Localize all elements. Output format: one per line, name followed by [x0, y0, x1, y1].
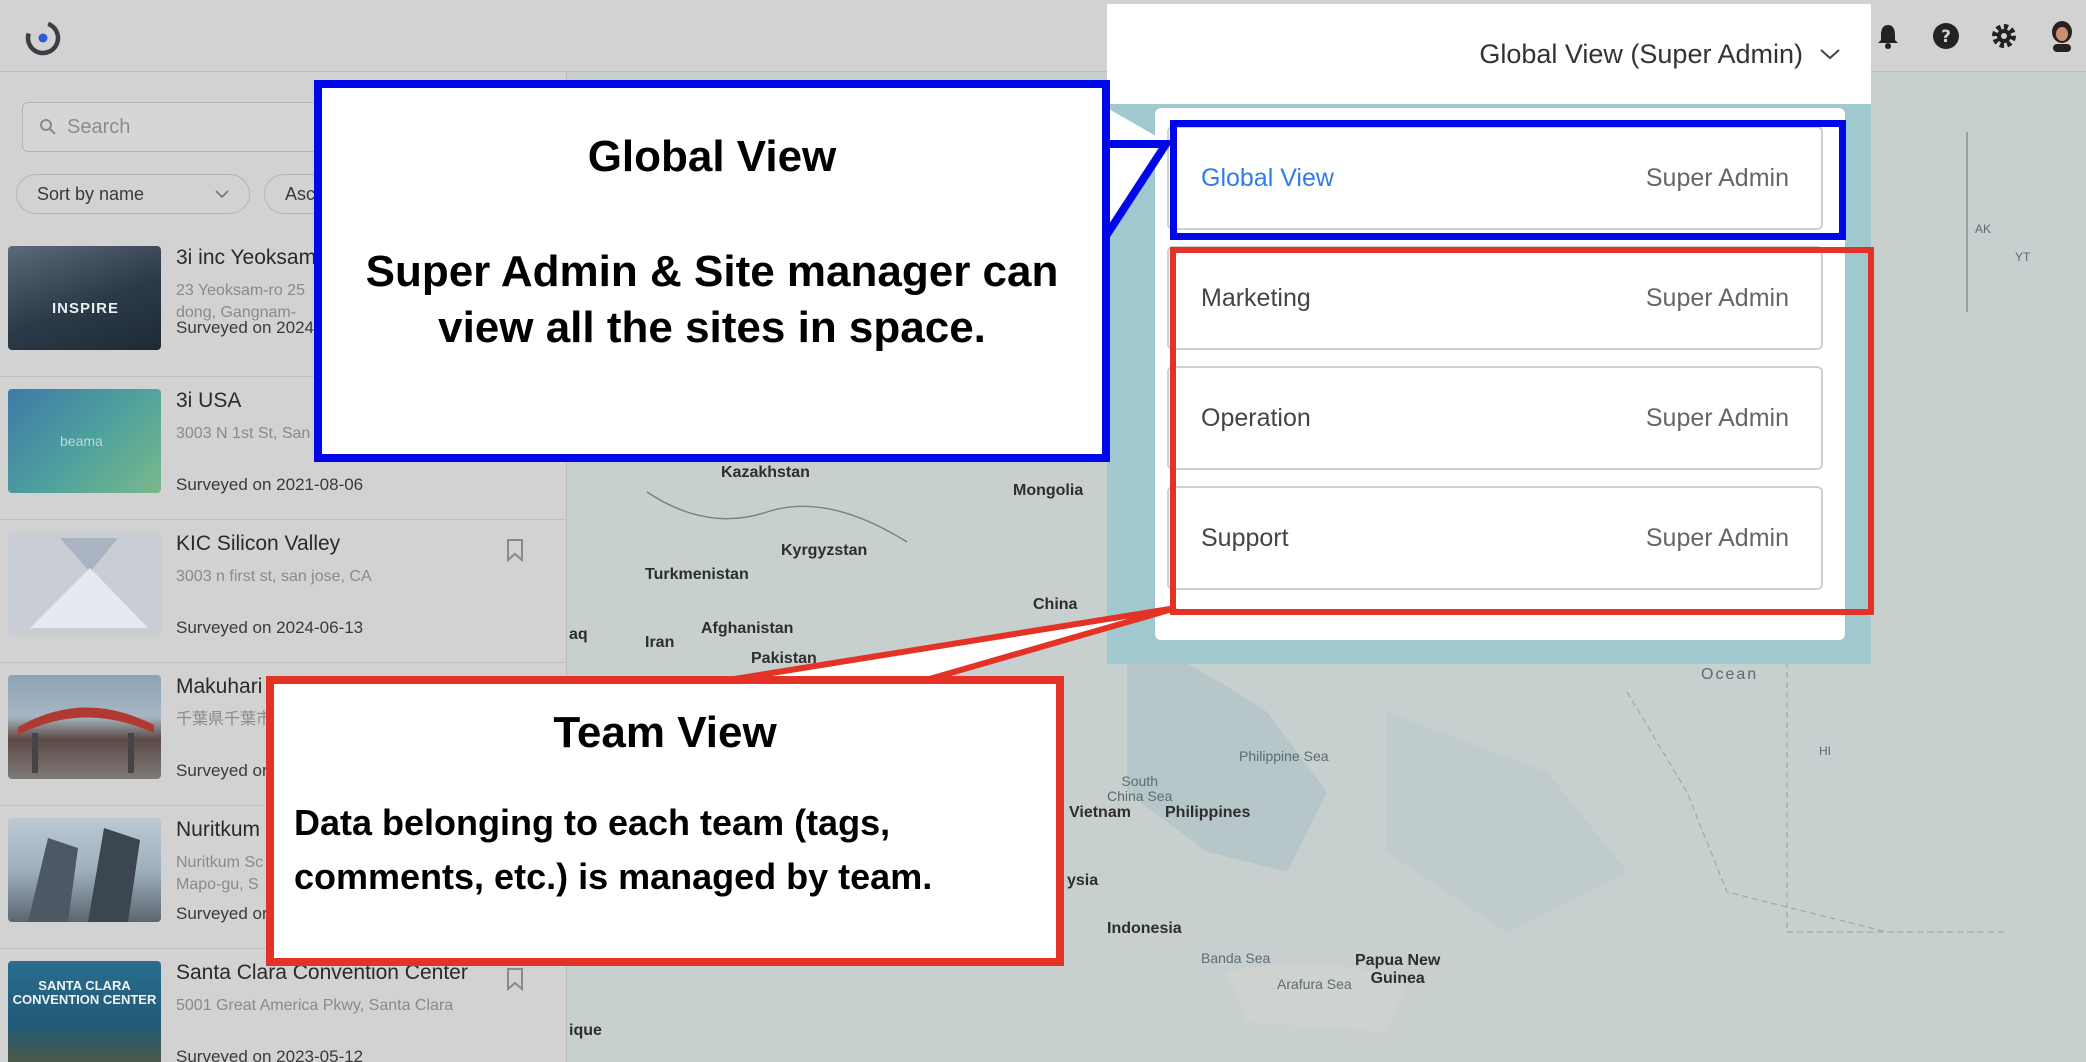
bookmark-icon[interactable]	[506, 538, 524, 562]
survey-date: Surveyed on 2023-05-12	[176, 1047, 364, 1062]
search-icon	[40, 119, 56, 135]
building-shape	[28, 828, 140, 922]
team-view-callout: Team View Data belonging to each team (t…	[266, 676, 1064, 966]
svg-text:?: ?	[1941, 27, 1951, 47]
survey-date: Surveyed or	[176, 761, 268, 780]
sea-label: Banda Sea	[1201, 950, 1271, 966]
map-label: Indonesia	[1107, 920, 1182, 937]
spinner-logo-icon[interactable]	[22, 16, 64, 58]
order-label: Asc	[285, 183, 316, 204]
sea-label: AK	[1975, 222, 1992, 236]
map-label: Afghanistan	[701, 620, 794, 637]
site-name: 3i USA	[176, 389, 242, 412]
callout-title: Global View	[587, 132, 837, 181]
callout-title: Team View	[553, 708, 777, 757]
sea-label: Ocean	[1701, 666, 1759, 683]
team-selector-label: Global View (Super Admin)	[1479, 38, 1803, 69]
team-view-highlight	[1170, 247, 1874, 615]
site-thumbnail	[8, 532, 161, 636]
sea-label: Philippine Sea	[1239, 748, 1329, 764]
sea-label: South China Sea	[1107, 773, 1173, 804]
global-view-highlight	[1170, 120, 1846, 240]
site-address: 5001 Great America Pkwy, Santa Clara	[176, 997, 454, 1014]
map-label: Kyrgyzstan	[781, 542, 868, 559]
site-name: 3i inc Yeoksam	[176, 246, 317, 269]
team-selector[interactable]: Global View (Super Admin)	[1107, 4, 1871, 104]
list-item[interactable]: KIC Silicon Valley 3003 n first st, san …	[0, 520, 566, 663]
gear-icon[interactable]	[1988, 20, 2020, 52]
chevron-down-icon	[215, 190, 229, 198]
station-roof-shape	[18, 707, 154, 773]
map-label: China	[1033, 596, 1078, 613]
site-name: KIC Silicon Valley	[176, 532, 341, 555]
site-address: 3003 N 1st St, San	[176, 425, 311, 442]
global-view-callout: Global View Super Admin & Site manager c…	[314, 80, 1110, 462]
map-label: Iran	[645, 634, 675, 651]
map-label: aq	[569, 626, 588, 643]
callout-body: Data belonging to each team (tags, comme…	[294, 802, 933, 897]
site-thumbnail: INSPIRE	[8, 246, 161, 350]
site-thumbnail: beama	[8, 389, 161, 493]
thumbnail-text: SANTA CLARA CONVENTION CENTER	[12, 978, 157, 1007]
chevron-down-icon	[1820, 49, 1840, 60]
site-address: Nuritkum Sc Mapo-gu, S	[176, 854, 264, 893]
image-placeholder-icon	[30, 538, 148, 628]
callout-body: Super Admin & Site manager can view all …	[365, 247, 1059, 352]
avatar[interactable]	[2046, 20, 2078, 52]
sea-label: HI	[1819, 744, 1831, 758]
site-name: Makuhari	[176, 675, 263, 698]
sort-label: Sort by name	[37, 183, 145, 204]
thumbnail-text: INSPIRE	[52, 300, 120, 317]
bell-icon[interactable]	[1872, 20, 1904, 52]
map-label: Turkmenistan	[645, 566, 749, 583]
map-label: Kazakhstan	[721, 464, 810, 481]
site-thumbnail: SANTA CLARA CONVENTION CENTER	[8, 961, 161, 1062]
map-label: Pakistan	[751, 650, 817, 667]
map-label: ique	[569, 1022, 602, 1039]
map-label: Papua New Guinea	[1355, 952, 1441, 987]
map-label: Philippines	[1165, 804, 1251, 821]
sea-label: YT	[2015, 250, 2031, 264]
survey-date: Surveyed on 2024-06-13	[176, 618, 364, 637]
survey-date: Surveyed on 2021-08-06	[176, 475, 364, 494]
survey-date: Surveyed or	[176, 904, 268, 923]
thumbnail-text: beama	[60, 433, 103, 449]
map-label: ysia	[1067, 872, 1099, 889]
help-icon[interactable]: ?	[1930, 20, 1962, 52]
sort-dropdown[interactable]: Sort by name	[16, 174, 250, 214]
map-label: Mongolia	[1013, 482, 1084, 499]
sea-label: Arafura Sea	[1277, 976, 1352, 992]
map-label: Vietnam	[1069, 804, 1131, 821]
site-address: 3003 n first st, san jose, CA	[176, 568, 372, 585]
site-thumbnail	[8, 675, 161, 779]
survey-date: Surveyed on 2024	[176, 318, 314, 337]
site-name: Nuritkum	[176, 818, 261, 841]
site-thumbnail	[8, 818, 161, 922]
bookmark-icon[interactable]	[506, 967, 524, 991]
